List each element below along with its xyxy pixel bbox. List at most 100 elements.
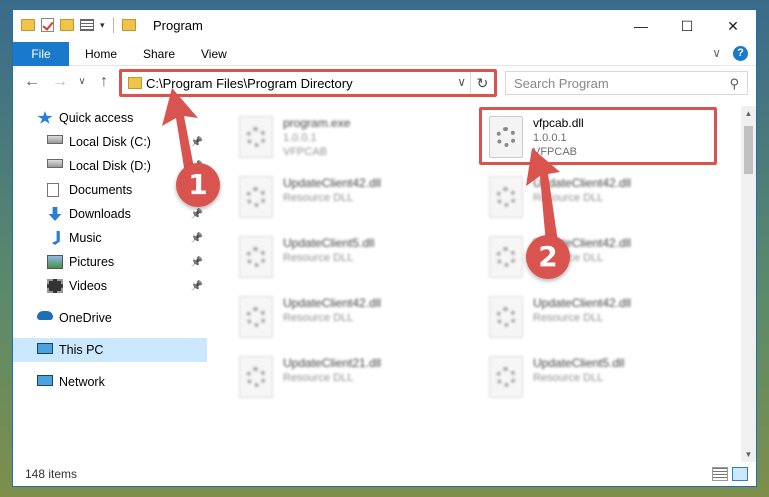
file-name: UpdateClient42.dll [533, 296, 632, 310]
dll-file-icon [239, 236, 273, 278]
network-icon [37, 375, 53, 386]
sidebar-item-this-pc[interactable]: This PC [13, 338, 207, 362]
pin-icon[interactable]: 📌 [191, 281, 203, 292]
toolbar-separator [112, 17, 114, 33]
gear-icon [246, 367, 266, 387]
pin-icon[interactable]: 📌 [191, 257, 203, 268]
videos-icon [47, 279, 63, 293]
window-title: Program [153, 18, 203, 33]
dll-file-icon [239, 356, 273, 398]
file-item[interactable]: UpdateClient5.dll Resource DLL [231, 230, 471, 286]
gear-icon [246, 307, 266, 327]
file-name: UpdateClient5.dll [533, 356, 625, 370]
help-icon[interactable]: ? [733, 46, 748, 61]
quick-access-toolbar: ▾ [21, 17, 136, 33]
file-name: UpdateClient42.dll [283, 176, 382, 190]
pictures-icon [47, 255, 63, 269]
file-item[interactable]: UpdateClient42.dllResource DLL [481, 290, 721, 346]
step-badge-2: 2 [526, 235, 570, 279]
gear-icon [246, 187, 266, 207]
forward-button[interactable]: → [49, 73, 71, 91]
sidebar-item-downloads[interactable]: Downloads 📌 [13, 202, 207, 226]
gear-icon [496, 247, 516, 267]
up-button[interactable]: ↑ [93, 73, 115, 91]
tab-share[interactable]: Share [131, 42, 187, 66]
file-item[interactable]: UpdateClient5.dll Resource DLL [481, 350, 721, 406]
view-buttons [712, 467, 748, 481]
sidebar-item-local-disk-c[interactable]: Local Disk (C:) 📌 [13, 130, 207, 154]
file-detail: Resource DLL [283, 192, 354, 204]
minimize-button[interactable]: — [618, 10, 664, 42]
gear-icon [496, 367, 516, 387]
sidebar-item-label: Pictures [69, 255, 115, 269]
tab-view[interactable]: View [189, 42, 239, 66]
status-bar: 148 items [13, 462, 756, 486]
file-item[interactable]: program.exe 1.0.0.1 VFPCAB [231, 110, 471, 166]
sidebar-item-videos[interactable]: Videos 📌 [13, 274, 207, 298]
dll-file-icon [489, 236, 523, 278]
file-list: UpdateClient5.dll Resource DLL UpdateClien… [207, 106, 743, 462]
pin-icon[interactable]: 📌 [191, 137, 203, 148]
exe-file-icon [239, 116, 273, 158]
file-name: UpdateClient21.dll [283, 356, 382, 370]
drive-icon [47, 159, 63, 168]
file-name: UpdateClient42.dll [533, 176, 632, 190]
vertical-scrollbar[interactable]: ▲ ▼ [741, 106, 756, 462]
explorer-window: ▾ Program — ☐ ✕ File Home Share View ∨ ?… [12, 9, 757, 487]
properties-check-icon[interactable] [41, 18, 54, 32]
scroll-up-icon[interactable]: ▲ [741, 106, 756, 121]
folder-icon[interactable] [21, 19, 35, 31]
search-box[interactable]: Search Program ⚲ [505, 71, 748, 95]
new-folder-icon[interactable] [60, 19, 74, 31]
sidebar-item-label: Local Disk (D:) [69, 159, 151, 173]
title-folder-icon [121, 19, 136, 31]
file-item[interactable]: UpdateClient42.dll Resource DLL [231, 170, 471, 226]
sidebar-item-label: Documents [69, 183, 133, 197]
recent-locations-button[interactable]: ∨ [71, 76, 93, 87]
back-button[interactable]: ← [21, 73, 43, 91]
sidebar-item-music[interactable]: Music 📌 [13, 226, 207, 250]
sidebar-item-onedrive[interactable]: OneDrive [13, 306, 207, 330]
gear-icon [246, 247, 266, 267]
sidebar-item-network[interactable]: Network [13, 370, 207, 394]
details-view-icon[interactable] [712, 467, 728, 481]
close-button[interactable]: ✕ [710, 10, 756, 42]
search-input[interactable]: Search Program [514, 76, 609, 91]
pin-icon[interactable]: 📌 [191, 209, 203, 220]
star-icon [37, 111, 53, 124]
address-highlight-box [119, 69, 497, 97]
computer-icon [37, 343, 53, 354]
window-controls: — ☐ ✕ [618, 10, 756, 42]
navigation-bar: ← → ∨ ↑ C:\Program Files\Program Directo… [13, 67, 756, 99]
details-icon[interactable] [80, 19, 94, 31]
pin-icon[interactable]: 📌 [191, 233, 203, 244]
file-item[interactable]: UpdateClient42.dllResource DLL [481, 230, 721, 286]
file-item[interactable]: UpdateClient42.dllResource DLL [481, 170, 721, 226]
tab-file[interactable]: File [13, 42, 69, 66]
tab-home[interactable]: Home [73, 42, 129, 66]
gear-icon [246, 127, 266, 147]
customize-toolbar-icon[interactable]: ▾ [100, 20, 105, 31]
search-icon[interactable]: ⚲ [729, 76, 739, 92]
documents-icon [47, 183, 59, 197]
sidebar-item-pictures[interactable]: Pictures 📌 [13, 250, 207, 274]
dll-file-icon [489, 296, 523, 338]
item-count: 148 items [25, 467, 78, 481]
drive-icon [47, 135, 63, 144]
file-item[interactable]: UpdateClient42.dllResource DLL [231, 290, 471, 346]
title-bar: ▾ Program — ☐ ✕ [13, 10, 756, 42]
sidebar-item-quick-access[interactable]: Quick access [13, 106, 207, 130]
scroll-down-icon[interactable]: ▼ [741, 447, 756, 462]
file-detail: Resource DLL [533, 372, 604, 384]
step-badge-1: 1 [176, 163, 220, 207]
navigation-pane: Quick access Local Disk (C:) 📌 Local Disk (… [13, 106, 207, 462]
file-name: program.exe [283, 116, 351, 130]
chevron-down-icon[interactable]: ∨ [712, 46, 721, 61]
file-detail: VFPCAB [283, 146, 328, 158]
scroll-thumb[interactable] [744, 126, 753, 174]
file-detail: 1.0.0.1 [283, 132, 317, 144]
file-item[interactable]: UpdateClient21.dll Resource DLL [231, 350, 471, 406]
tiles-view-icon[interactable] [732, 467, 748, 481]
maximize-button[interactable]: ☐ [664, 10, 710, 42]
music-icon [51, 231, 60, 245]
